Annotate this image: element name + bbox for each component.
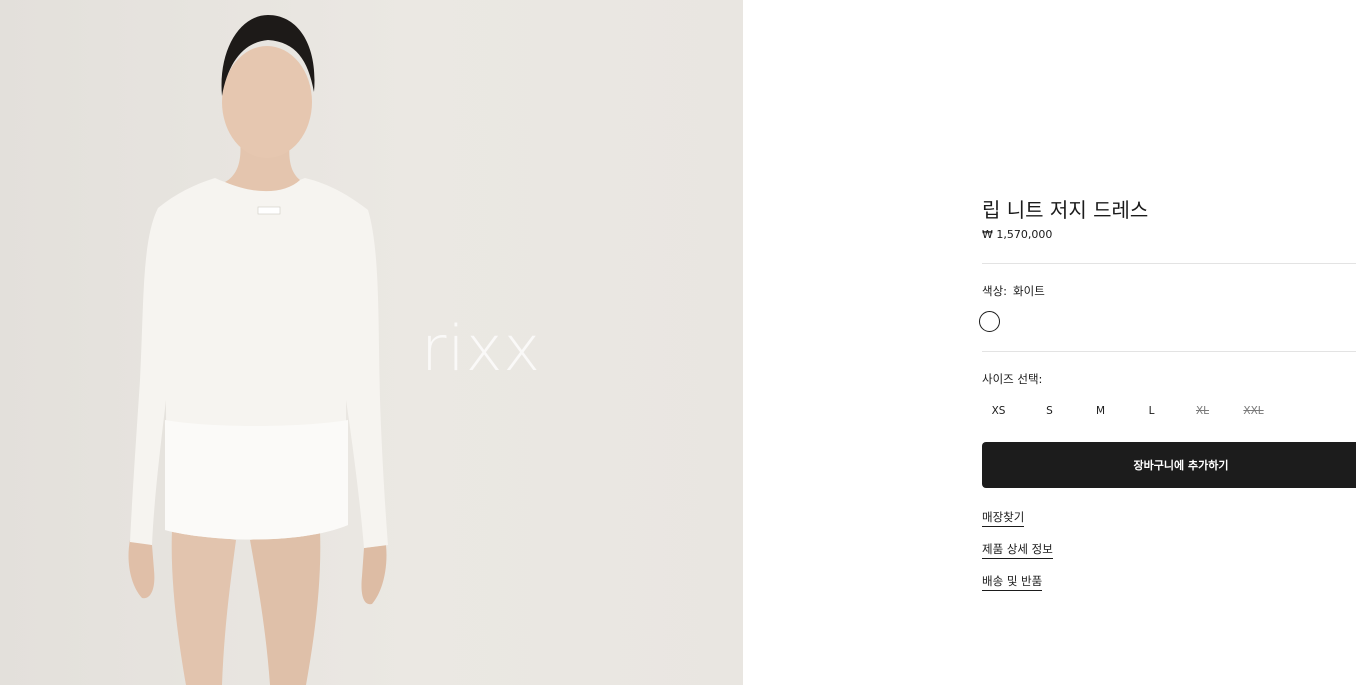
color-selection: 색상: 화이트 <box>982 283 1045 299</box>
color-value: 화이트 <box>1013 284 1045 298</box>
product-title: 립 니트 저지 드레스 <box>982 198 1149 222</box>
size-option-l[interactable]: L <box>1126 402 1177 420</box>
watermark: rixx <box>421 312 542 385</box>
size-option-xs[interactable]: XS <box>973 402 1024 420</box>
size-options: XS S M L XL XXL <box>982 402 1288 420</box>
product-details-link[interactable]: 제품 상세 정보 <box>982 542 1053 559</box>
color-swatch-white[interactable] <box>979 311 1000 332</box>
model-photo <box>128 15 388 685</box>
shipping-returns-link[interactable]: 배송 및 반품 <box>982 574 1043 591</box>
product-price: ₩ 1,570,000 <box>982 228 1053 241</box>
size-option-xl[interactable]: XL <box>1177 402 1228 420</box>
info-links: 매장찾기 제품 상세 정보 배송 및 반품 <box>982 510 1053 606</box>
store-finder-link[interactable]: 매장찾기 <box>982 510 1025 527</box>
product-info-panel: 립 니트 저지 드레스 ₩ 1,570,000 색상: 화이트 사이즈 선택: X… <box>979 0 1356 685</box>
divider <box>982 351 1356 352</box>
add-to-cart-button[interactable]: 장바구니에 추가하기 <box>982 442 1356 488</box>
size-option-xxl[interactable]: XXL <box>1228 402 1279 420</box>
color-label: 색상: <box>982 284 1008 298</box>
divider <box>982 263 1356 264</box>
size-label: 사이즈 선택: <box>982 372 1043 386</box>
size-option-m[interactable]: M <box>1075 402 1126 420</box>
product-image: rixx <box>0 0 743 685</box>
size-option-s[interactable]: S <box>1024 402 1075 420</box>
